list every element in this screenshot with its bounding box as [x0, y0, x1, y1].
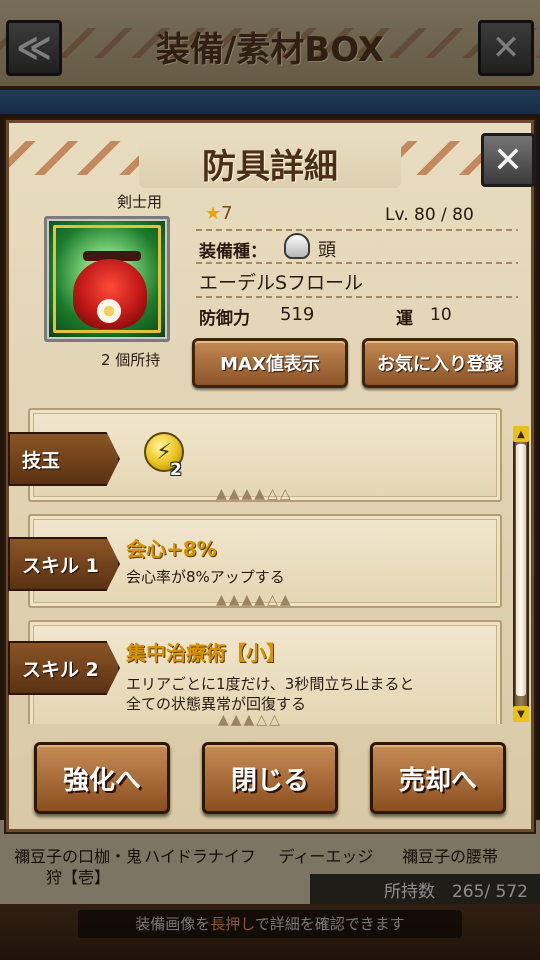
type-label: 装備種：	[199, 242, 267, 262]
scroll-down-icon[interactable]: ▼	[513, 706, 529, 722]
flower-ornament	[97, 299, 121, 323]
defense-label: 防御力	[199, 309, 250, 329]
divider	[196, 229, 518, 231]
sell-button[interactable]: 売却へ	[370, 742, 506, 814]
max-value-button[interactable]: MAX値表示	[192, 338, 348, 388]
luck-label: 運	[396, 309, 413, 329]
skill-1-desc: 会心率が8%アップする	[126, 568, 285, 586]
close-icon: ✕	[492, 139, 524, 181]
dialog-title: 防具詳細	[139, 139, 401, 188]
scroll-up-icon[interactable]: ▲	[513, 426, 529, 442]
luck-value: 10	[430, 305, 452, 325]
gem-count: 2	[170, 460, 182, 480]
equip-class-label: 剣士用	[117, 193, 163, 211]
slot-indicator: ▲▲▲△△	[218, 712, 282, 728]
divider	[196, 262, 518, 264]
rarity-value: 7	[221, 203, 233, 224]
equipment-image[interactable]	[44, 216, 170, 342]
slot-indicator: ▲▲▲▲△▲	[216, 592, 293, 608]
level: Lv. 80 / 80	[385, 205, 474, 225]
equipment-name: エーデルSフロール	[199, 272, 364, 294]
skill-1-name: 会心+8%	[126, 537, 217, 561]
head-armor-icon	[284, 233, 310, 259]
owned-quantity: 2 個所持	[101, 351, 161, 369]
divider	[196, 296, 518, 298]
skill-2-label: スキル 2	[8, 641, 120, 695]
defense-value: 519	[280, 304, 315, 325]
scrollbar-thumb[interactable]	[516, 444, 526, 696]
skill-2-name: 集中治療術【小】	[126, 641, 286, 665]
skill-2-desc-line1: エリアごとに1度だけ、3秒間立ち止まると	[126, 675, 415, 693]
dialog-close-button[interactable]: ✕	[481, 133, 535, 187]
slot-indicator: ▲▲▲▲△△	[216, 486, 293, 502]
favorite-button[interactable]: お気に入り登録	[362, 338, 518, 388]
rarity: ★7	[205, 203, 233, 224]
star-icon: ★	[205, 203, 222, 224]
skill-1-label: スキル 1	[8, 537, 120, 591]
skill-2-desc-line2: 全ての状態異常が回復する	[126, 695, 307, 713]
enhance-button[interactable]: 強化へ	[34, 742, 170, 814]
gem-label: 技玉	[8, 432, 120, 486]
close-button[interactable]: 閉じる	[202, 742, 338, 814]
type-value: 頭	[318, 240, 336, 261]
